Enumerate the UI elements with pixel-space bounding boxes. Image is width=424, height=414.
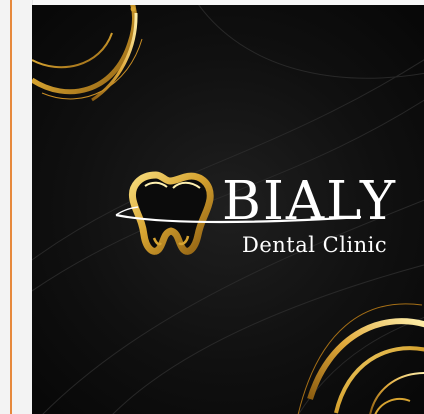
promo-image-panel: BIALY Dental Clinic [32,5,424,414]
brand-name: BIALY [222,171,397,232]
orange-accent-line [10,0,12,414]
top-left-gold-rings [32,5,143,102]
tooth-icon [128,171,214,255]
page: BIALY Dental Clinic [0,0,424,414]
bottom-right-gold-rings [297,303,424,414]
left-strip [0,0,33,414]
brand-tagline: Dental Clinic [242,233,388,257]
